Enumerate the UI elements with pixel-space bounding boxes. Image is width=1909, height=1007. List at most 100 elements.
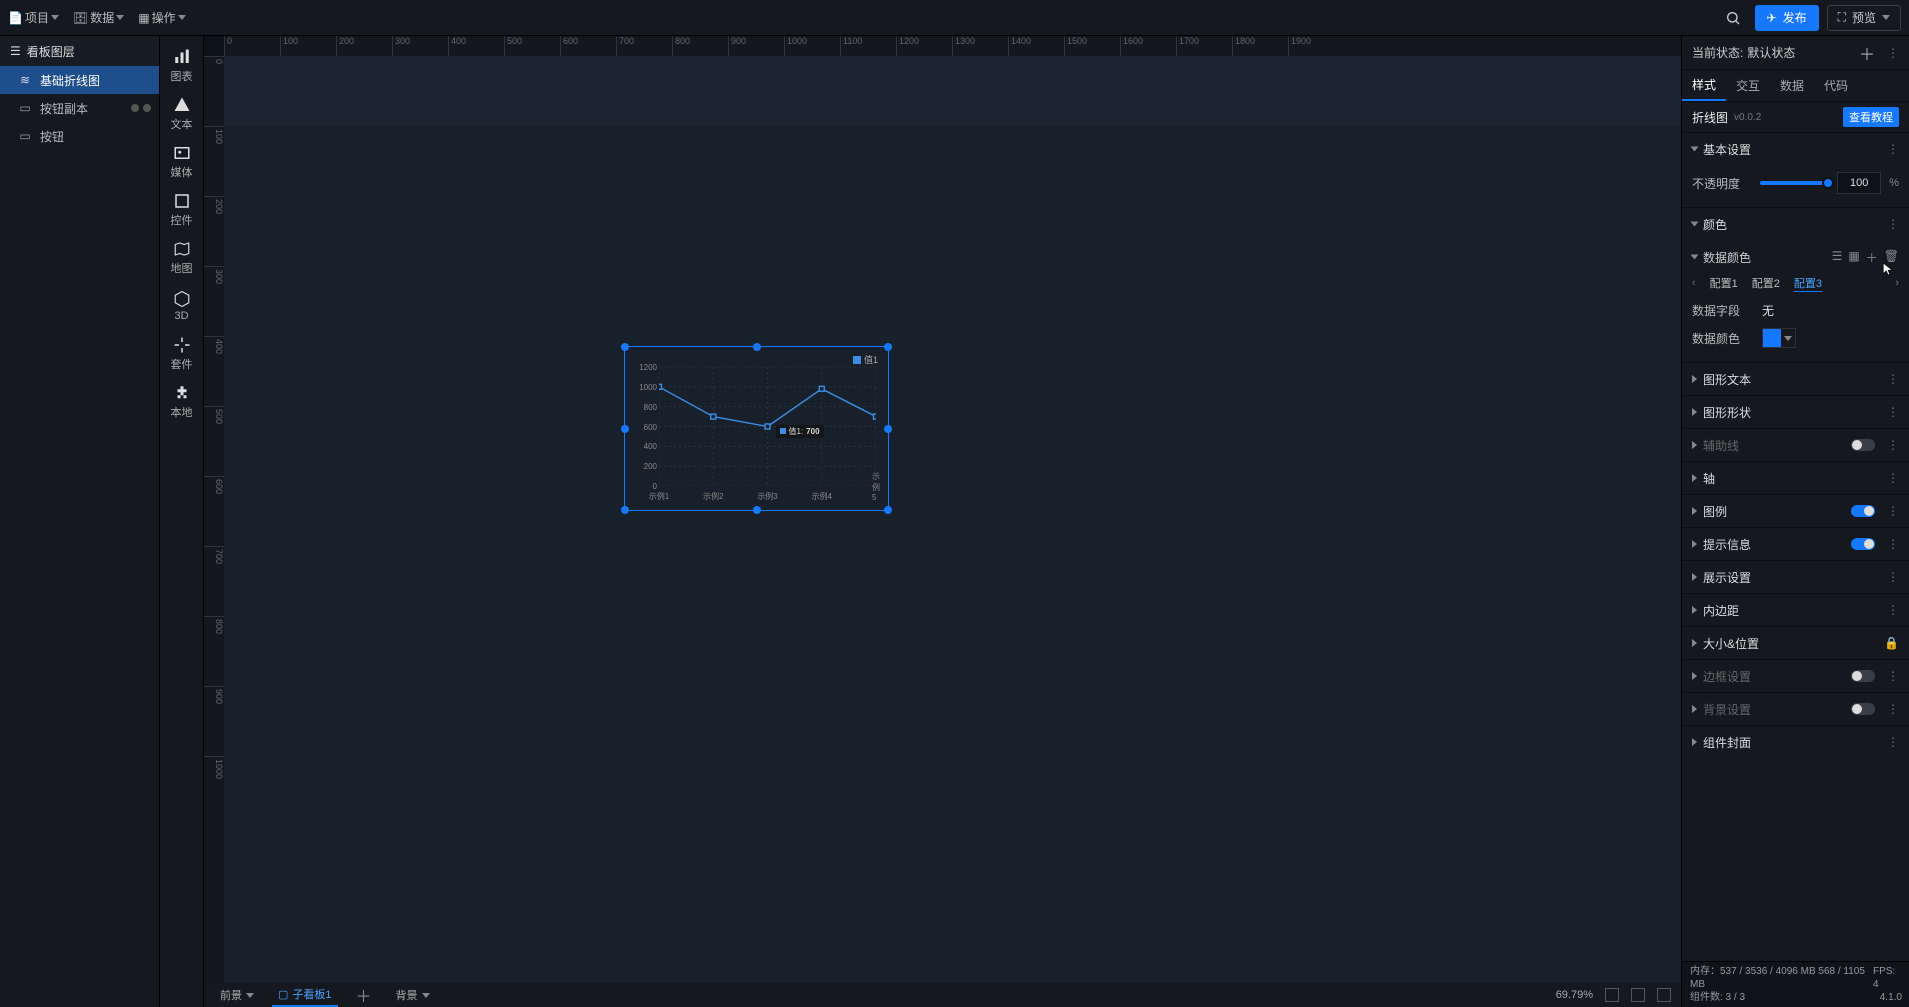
fit-icon[interactable] — [1605, 988, 1619, 1002]
toggle[interactable] — [1851, 505, 1875, 517]
next-config[interactable]: › — [1895, 277, 1899, 289]
more-icon[interactable]: ⋮ — [1887, 405, 1899, 419]
menu-actions[interactable]: ▦ 操作 — [138, 9, 185, 26]
lock-icon[interactable]: 🔒 — [1884, 636, 1899, 650]
menu-project-label: 项目 — [25, 9, 49, 26]
subsection-title: 数据颜色 — [1703, 249, 1751, 266]
subsection-data-color[interactable]: 数据颜色 ☰ ▦ ＋ 🗑 — [1692, 244, 1899, 270]
more-icon[interactable]: ⋮ — [1887, 603, 1899, 617]
toggle[interactable] — [1851, 670, 1875, 682]
rail-media[interactable]: 媒体 — [160, 138, 204, 186]
preview-button[interactable]: ⛶ 预览 — [1827, 5, 1901, 31]
more-icon[interactable]: ⋮ — [1887, 735, 1899, 749]
section-header[interactable]: 轴⋮ — [1682, 462, 1909, 494]
menu-data[interactable]: 🗄 数据 — [73, 9, 124, 26]
resize-handle[interactable] — [884, 506, 892, 514]
more-icon[interactable]: ⋮ — [1887, 142, 1899, 156]
more-icon[interactable]: ⋮ — [1887, 217, 1899, 231]
resize-handle[interactable] — [621, 506, 629, 514]
more-icon[interactable]: ⋮ — [1887, 504, 1899, 518]
add-icon[interactable]: ＋ — [1866, 249, 1878, 266]
rail-kit[interactable]: 套件 — [160, 330, 204, 378]
add-tab-button[interactable]: ＋ — [350, 983, 378, 1007]
actual-size-icon[interactable] — [1631, 988, 1645, 1002]
canvas-area[interactable]: 0100200300400500600700800900100011001200… — [204, 36, 1681, 1007]
resize-handle[interactable] — [621, 425, 629, 433]
properties-panel: 当前状态: 默认状态 ＋ ⋮ 样式 交互 数据 代码 折线图 v0.0.2 查看… — [1681, 36, 1909, 1007]
tab-interact[interactable]: 交互 — [1726, 70, 1770, 101]
more-icon[interactable]: ⋮ — [1887, 669, 1899, 683]
tab-style[interactable]: 样式 — [1682, 70, 1726, 101]
toggle[interactable] — [1851, 703, 1875, 715]
opacity-input[interactable]: 100 — [1837, 172, 1881, 194]
prev-config[interactable]: ‹ — [1692, 277, 1696, 289]
section-display: 展示设置⋮ — [1682, 560, 1909, 593]
rail-widget[interactable]: 控件 — [160, 186, 204, 234]
tab-subboard[interactable]: ▢子看板1 — [272, 983, 338, 1007]
menu-project[interactable]: 📄 项目 — [8, 9, 59, 26]
layer-label: 按钮副本 — [40, 100, 88, 117]
section-header[interactable]: 大小&位置🔒 — [1682, 627, 1909, 659]
delete-icon[interactable]: 🗑 — [1884, 249, 1899, 266]
section-header-color[interactable]: 颜色⋮ — [1682, 208, 1909, 240]
rail-local[interactable]: 本地 — [160, 378, 204, 426]
config-tab-1[interactable]: 配置1 — [1710, 275, 1738, 291]
section-header[interactable]: 图形文本⋮ — [1682, 363, 1909, 395]
search-button[interactable] — [1719, 4, 1747, 32]
color-picker[interactable] — [1762, 328, 1796, 348]
layer-item-button[interactable]: ▭ 按钮 — [0, 122, 159, 150]
section-header[interactable]: 图例⋮ — [1682, 495, 1909, 527]
rail-text[interactable]: 文本 — [160, 90, 204, 138]
selected-widget[interactable]: 值1 020040060080010001200示例1示例2示例3示例4示例5值… — [624, 346, 889, 511]
section-header[interactable]: 背景设置⋮ — [1682, 693, 1909, 725]
chevron-down-icon — [1781, 336, 1795, 341]
more-icon[interactable]: ⋮ — [1887, 46, 1899, 60]
more-icon[interactable]: ⋮ — [1887, 471, 1899, 485]
rail-chart[interactable]: 图表 — [160, 42, 204, 90]
property-tabs: 样式 交互 数据 代码 — [1682, 70, 1909, 102]
more-icon[interactable]: ⋮ — [1887, 372, 1899, 386]
stage[interactable]: 值1 020040060080010001200示例1示例2示例3示例4示例5值… — [224, 56, 1681, 983]
slider-knob[interactable] — [1822, 177, 1834, 189]
section-header[interactable]: 组件封面⋮ — [1682, 726, 1909, 758]
section-legend: 图例⋮ — [1682, 494, 1909, 527]
more-icon[interactable]: ⋮ — [1887, 438, 1899, 452]
tab-background[interactable]: 背景 — [390, 983, 436, 1007]
publish-button[interactable]: ✈ 发布 — [1755, 5, 1819, 31]
tab-code[interactable]: 代码 — [1814, 70, 1858, 101]
rail-3d[interactable]: 3D — [160, 282, 204, 330]
map-icon — [173, 240, 191, 258]
list-icon[interactable]: ☰ — [1832, 249, 1843, 266]
section-header[interactable]: 提示信息⋮ — [1682, 528, 1909, 560]
more-icon[interactable]: ⋮ — [1887, 570, 1899, 584]
section-header[interactable]: 展示设置⋮ — [1682, 561, 1909, 593]
toggle[interactable] — [1851, 439, 1875, 451]
resize-handle[interactable] — [884, 343, 892, 351]
config-tab-3[interactable]: 配置3 — [1794, 275, 1822, 292]
resize-handle[interactable] — [753, 343, 761, 351]
more-icon[interactable]: ⋮ — [1887, 537, 1899, 551]
section-header[interactable]: 边框设置⋮ — [1682, 660, 1909, 692]
resize-handle[interactable] — [753, 506, 761, 514]
section-title: 基本设置 — [1703, 141, 1751, 158]
opacity-slider[interactable] — [1760, 181, 1829, 185]
section-header[interactable]: 内边距⋮ — [1682, 594, 1909, 626]
tab-foreground[interactable]: 前景 — [214, 983, 260, 1007]
grid-icon[interactable]: ▦ — [1848, 249, 1859, 266]
section-header-basic[interactable]: 基本设置 ⋮ — [1682, 133, 1909, 165]
resize-handle[interactable] — [884, 425, 892, 433]
layer-item-button-copy[interactable]: ▭ 按钮副本 — [0, 94, 159, 122]
section-header[interactable]: 图形形状⋮ — [1682, 396, 1909, 428]
data-field-value[interactable]: 无 — [1762, 302, 1774, 319]
layer-item-line-chart[interactable]: ≋ 基础折线图 — [0, 66, 159, 94]
section-header[interactable]: 辅助线⋮ — [1682, 429, 1909, 461]
toggle[interactable] — [1851, 538, 1875, 550]
grid-icon[interactable] — [1657, 988, 1671, 1002]
tab-data[interactable]: 数据 — [1770, 70, 1814, 101]
rail-map[interactable]: 地图 — [160, 234, 204, 282]
add-state-button[interactable]: ＋ — [1859, 41, 1875, 65]
more-icon[interactable]: ⋮ — [1887, 702, 1899, 716]
help-button[interactable]: 查看教程 — [1843, 107, 1899, 127]
resize-handle[interactable] — [621, 343, 629, 351]
config-tab-2[interactable]: 配置2 — [1752, 275, 1780, 291]
